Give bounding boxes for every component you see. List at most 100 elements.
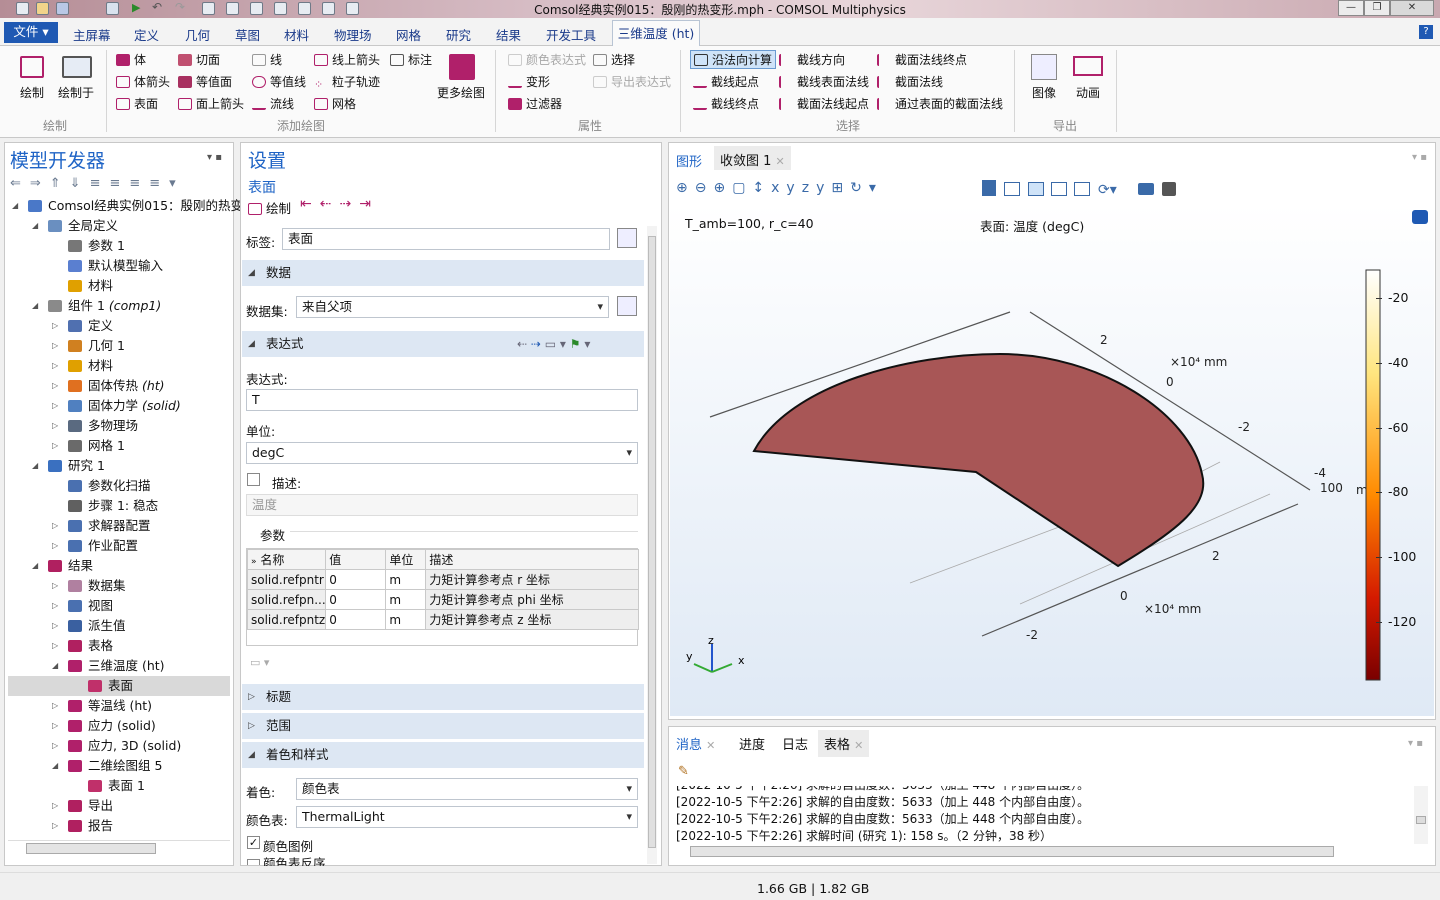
messages-hscroll[interactable] [676,845,1412,859]
expand-icon[interactable]: ▷ [52,336,58,356]
surface-button[interactable]: 表面 [116,95,158,112]
expand-icon[interactable]: ◢ [32,456,38,476]
color-table-select[interactable]: ThermalLight [296,806,638,828]
tab-3d-temperature[interactable]: 三维温度 (ht) [612,20,700,46]
axis-icon[interactable] [1074,182,1090,196]
deformation-button[interactable]: 变形 [508,73,550,90]
param-row[interactable]: solid.refpntz 0 m 力矩计算参考点 z 坐标 [246,609,639,630]
cut-plane-normal-button[interactable]: 截面法线 [877,73,943,90]
surface-arrow-button[interactable]: 面上箭头 [178,95,244,112]
line-button[interactable]: 线 [252,51,282,68]
section-data[interactable]: ◢ 数据 [242,260,644,286]
tree-item[interactable]: ▷ 定义 [8,316,230,336]
param-col-unit[interactable]: 单位 [385,549,427,570]
tree-item[interactable]: ◢ Comsol经典实例015：殷刚的热变 [8,196,243,216]
tab-sketch[interactable]: 草图 [235,25,260,44]
section-coloring-style[interactable]: ◢ 着色和样式 [242,742,644,768]
expand-icon[interactable]: ◢ [52,656,58,676]
tree-item[interactable]: ▷ 报告 [8,816,230,836]
section-range[interactable]: ▷ 范围 [242,713,644,739]
tree-item[interactable]: ◢ 三维温度 (ht) [8,656,230,676]
view-rotate-icon[interactable]: ⟳▾ [1098,182,1117,198]
tab-graphics[interactable]: 图形 [676,151,702,170]
tree-hscroll[interactable] [8,840,230,856]
expand-icon[interactable]: ▷ [52,736,58,756]
expand-icon[interactable]: ▷ [52,436,58,456]
image-export-button[interactable]: 图像 [1032,84,1056,101]
tree-item[interactable]: ▷ 材料 [8,356,230,376]
dataset-goto-icon[interactable] [617,296,637,316]
cut-plane-normal-end-button[interactable]: 截面法线终点 [877,51,967,68]
navigation-arrows[interactable]: ⇤⇠⇢⇥ [300,196,379,212]
isosurface-button[interactable]: 等值面 [178,73,232,90]
tab-messages[interactable]: 消息 ✕ [676,734,715,753]
particle-trajectory-button[interactable]: ⁘ 粒子轨迹 [314,73,380,91]
help-icon[interactable]: ? [1419,25,1433,39]
tab-developer[interactable]: 开发工具 [546,25,596,44]
tree-item[interactable]: 默认模型输入 [8,256,230,276]
section-title[interactable]: ▷ 标题 [242,684,644,710]
wireframe-icon[interactable] [1028,182,1044,196]
expand-icon[interactable]: ▷ [52,796,58,816]
tree-item[interactable]: ▷ 视图 [8,596,230,616]
cutline-end-button[interactable]: 截线终点 [693,95,759,112]
tree-item[interactable]: 表面 1 [8,776,230,796]
temperature-surface[interactable] [752,352,1205,568]
scene-light-icon[interactable] [982,180,996,196]
expand-icon[interactable]: ▷ [52,816,58,836]
param-row[interactable]: solid.refpntr 0 m 力矩计算参考点 r 坐标 [246,569,639,590]
reverse-color-checkbox[interactable] [247,859,260,865]
label-edit-icon[interactable] [617,228,637,248]
close-tab-icon[interactable]: ✕ [776,155,785,168]
unit-select[interactable]: degC [246,442,638,464]
tab-results[interactable]: 结果 [496,25,521,44]
volume-button[interactable]: 体 [116,51,146,68]
tab-table[interactable]: 表格 ✕ [818,730,870,757]
graphics-toolbar[interactable]: ⊕⊖⊕▢↕xyzy⊞↻▾ [676,180,883,196]
expand-icon[interactable]: ▷ [52,356,58,376]
messages-vscroll[interactable] [1414,786,1428,844]
selection-button[interactable]: 选择 [593,51,635,68]
volume-arrow-button[interactable]: 体箭头 [116,73,170,90]
param-row[interactable]: solid.refpn... 0 m 力矩计算参考点 phi 坐标 [246,589,639,610]
tree-item[interactable]: ▷ 导出 [8,796,230,816]
maximize-button[interactable]: ❐ [1364,0,1390,16]
param-col-name[interactable]: » 名称 [246,549,327,570]
tree-item[interactable]: ▷ 应力 (solid) [8,716,230,736]
expand-icon[interactable]: ▷ [52,696,58,716]
tree-item[interactable]: 材料 [8,276,230,296]
settings-plot-button[interactable]: 绘制 [248,198,291,217]
expand-icon[interactable]: ◢ [32,216,38,236]
tree-item[interactable]: 参数化扫描 [8,476,230,496]
tree-item[interactable]: 参数 1 [8,236,230,256]
settings-vscroll-thumb[interactable] [648,236,656,848]
messages-panel-menu-icon[interactable]: ▾ ▪ [1408,738,1423,749]
cut-plane-normal-start-button[interactable]: 截面法线起点 [779,95,869,112]
line-arrow-button[interactable]: 线上箭头 [314,51,380,68]
tab-geometry[interactable]: 几何 [185,25,210,44]
panel-menu-icon[interactable]: ▾ ▪ [207,152,222,163]
expand-icon[interactable]: ▷ [52,636,58,656]
more-plots-button[interactable]: 更多绘图 [437,84,485,101]
file-menu[interactable]: 文件 ▾ [4,22,58,43]
coloring-select[interactable]: 颜色表 [296,778,638,800]
camera-icon[interactable] [1138,183,1154,195]
tree-item[interactable]: ◢ 二维绘图组 5 [8,756,230,776]
expand-icon[interactable]: ◢ [52,756,58,776]
tab-definitions[interactable]: 定义 [134,25,159,44]
tree-item[interactable]: ▷ 求解器配置 [8,516,230,536]
tab-study[interactable]: 研究 [446,25,471,44]
expand-icon[interactable]: ▷ [52,316,58,336]
graphics-info-icon[interactable] [1412,210,1428,224]
messages-hscroll-thumb[interactable] [690,846,1334,857]
expression-input[interactable]: T [246,389,638,411]
tree-hscroll-thumb[interactable] [26,843,156,854]
tree-item[interactable]: ▷ 应力, 3D (solid) [8,736,230,756]
tree-item[interactable]: ▷ 固体传热 (ht) [8,376,230,396]
expand-icon[interactable]: ◢ [12,196,18,216]
tree-item[interactable]: ◢ 组件 1 (comp1) [8,296,230,316]
tree-item[interactable]: ▷ 作业配置 [8,536,230,556]
cutline-start-button[interactable]: 截线起点 [693,73,759,90]
color-legend-checkbox[interactable]: ✓ [247,836,260,849]
minimize-button[interactable]: — [1338,0,1364,16]
